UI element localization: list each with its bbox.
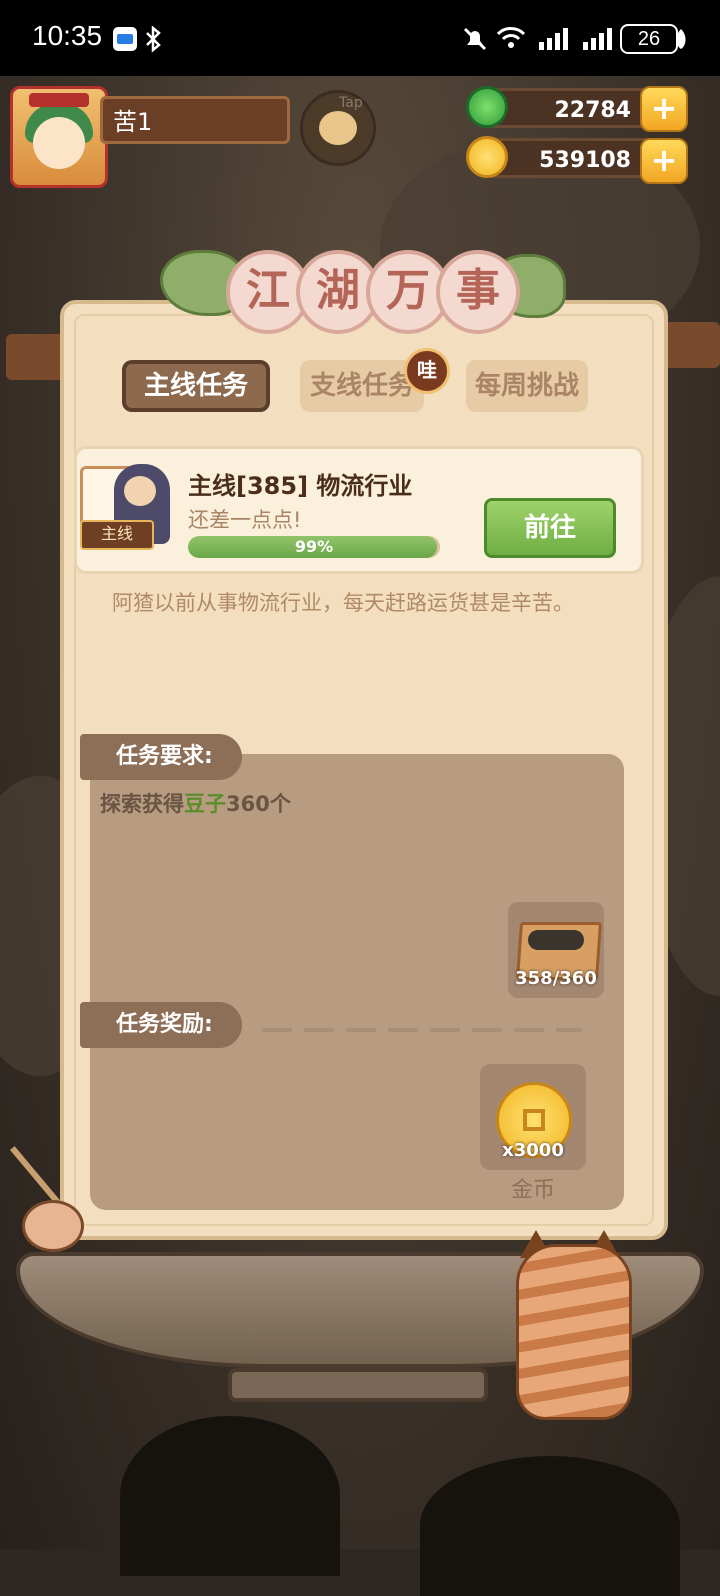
leaf-icon — [676, 29, 686, 49]
wifi-icon — [496, 27, 526, 48]
bowl-base — [228, 1368, 488, 1402]
jade-icon — [466, 86, 508, 128]
divider — [262, 1028, 582, 1032]
coin-icon — [466, 136, 508, 178]
requirement-prefix: 探索获得 — [100, 792, 184, 816]
reward-amount: x3000 — [502, 1140, 564, 1161]
requirement-text: 探索获得豆子360个 — [100, 788, 291, 818]
signal-2-icon — [583, 28, 612, 50]
requirement-suffix: 360个 — [226, 792, 291, 816]
main-quest-tag: 主线 — [80, 520, 154, 550]
requirement-heading: 任务要求: — [80, 734, 242, 780]
player-avatar[interactable] — [10, 86, 108, 188]
duck-icon — [319, 111, 357, 145]
task-description: 阿猹以前从事物流行业，每天赶路运货甚是辛苦。 — [112, 591, 574, 615]
tab-main-quest[interactable]: 主线任务 — [122, 360, 270, 412]
add-coins-button[interactable]: + — [640, 138, 688, 184]
tofu-item-slot[interactable]: 358/360 — [508, 902, 604, 998]
scroll-roller-right — [660, 322, 720, 368]
player-name: 苦1 — [100, 96, 290, 144]
signal-1-icon — [539, 28, 568, 50]
side-quest-badge: 哇 — [404, 348, 450, 394]
tap-label: Tap — [339, 95, 363, 111]
progress-label: 99% — [294, 537, 334, 556]
title-char-4: 事 — [436, 250, 520, 334]
battery-indicator: 26 — [620, 24, 678, 54]
npc-portrait: 主线 — [80, 462, 172, 550]
skewer-decoration — [0, 1146, 90, 1252]
go-button[interactable]: 前往 — [484, 498, 616, 558]
requirement-item: 豆子 — [184, 792, 226, 816]
panel-title: 江 湖 万 事 — [160, 244, 566, 334]
bluetooth-icon — [146, 26, 161, 53]
add-jade-button[interactable]: + — [640, 86, 688, 132]
task-subtitle: 还差一点点! — [188, 508, 302, 532]
mute-bell-icon — [463, 27, 487, 51]
coin-reward-slot[interactable]: x3000 — [480, 1064, 586, 1170]
item-count: 358/360 — [515, 968, 597, 989]
app-notification-icon — [113, 27, 137, 51]
task-title: 主线[385] 物流行业 — [188, 472, 413, 500]
tab-weekly-challenge[interactable]: 每周挑战 — [466, 360, 588, 412]
status-bar: 10:35 26 — [0, 0, 720, 76]
reward-name: 金币 — [510, 1178, 555, 1203]
task-progress-bar: 99% — [188, 536, 440, 558]
scroll-roller-left — [6, 334, 66, 380]
reward-heading: 任务奖励: — [80, 1002, 242, 1048]
tap-button[interactable]: Tap — [300, 90, 376, 166]
cat-decoration — [506, 1230, 646, 1420]
clock: 10:35 — [32, 20, 103, 51]
